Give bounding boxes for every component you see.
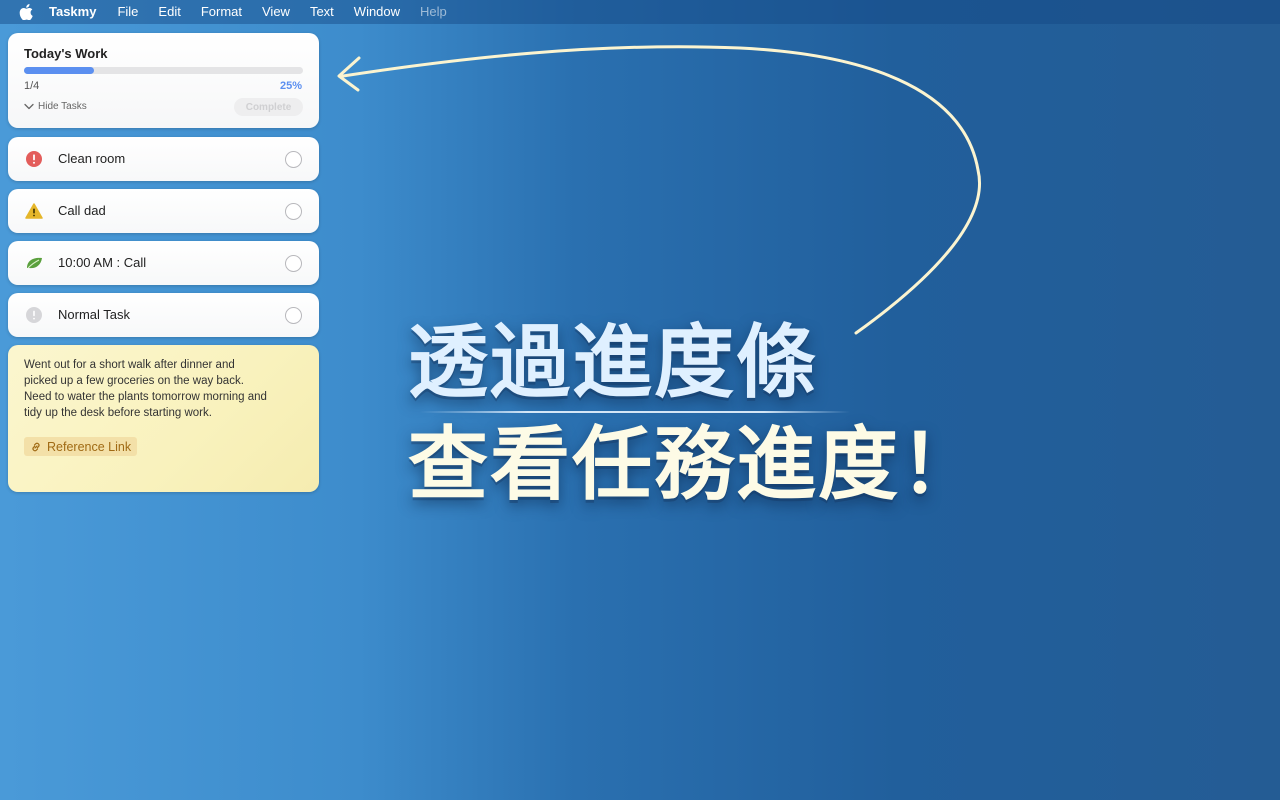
headline-divider [420, 411, 850, 413]
headline-line-1: 透過進度條 [408, 316, 818, 409]
headline-line-2: 查看任務進度！ [408, 418, 982, 511]
